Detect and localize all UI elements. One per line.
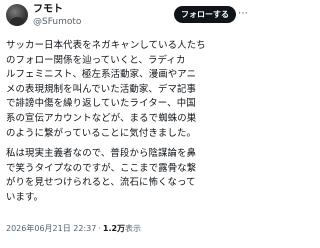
tweet-timestamp[interactable]: 2026年06月21日 22:37 [6,224,96,233]
tweet-text-paragraph-2: 私は現実主義者なので、普段から陰謀論を鼻 で笑うタイプなのですが、ここまで露骨な… [6,148,197,203]
tweet-text-paragraph-1: サッカー日本代表をネガキャンしている人たち のフォロー関係を辿っていくと、ラディ… [6,40,206,139]
views-label: 表示 [125,224,142,233]
tweet-card: フモト @SFumoto フォローする ⋯ サッカー日本代表をネガキャンしている… [0,0,250,248]
author-handle[interactable]: @SFumoto [33,16,143,28]
author-display-name[interactable]: フモト [33,3,143,16]
tweet-author: フモト @SFumoto [33,3,143,28]
avatar-silhouette [10,17,24,26]
avatar[interactable] [6,4,28,26]
follow-button[interactable]: フォローする [174,6,236,23]
views-count: 1.2万 [102,224,126,233]
tweet-meta: 2026年06月21日 22:37 · 1.2万表示 [6,223,141,235]
more-horizontal-icon[interactable]: ⋯ [238,8,248,20]
